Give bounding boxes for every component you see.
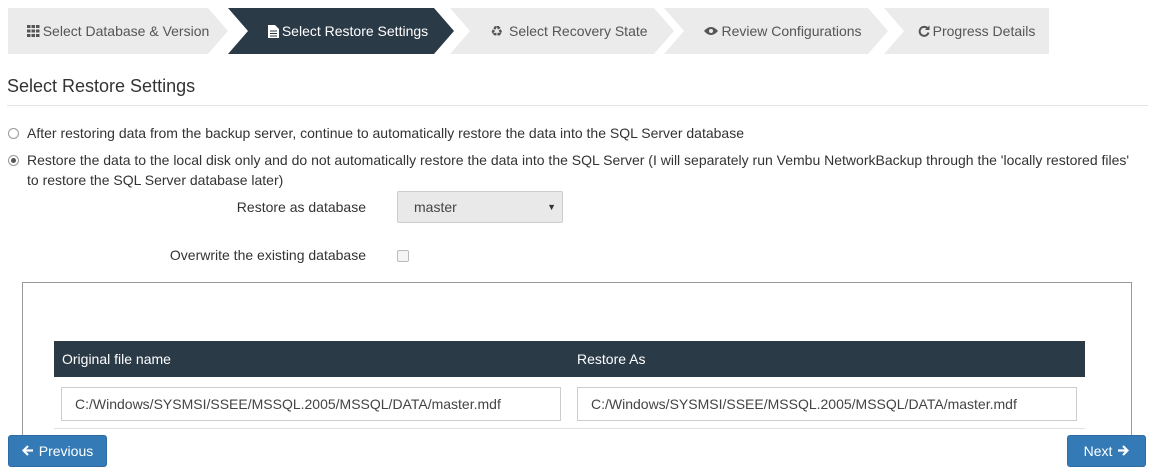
option-local-only[interactable]: Restore the data to the local disk only … (8, 150, 1141, 190)
divider (7, 105, 1148, 106)
restore-as-database-select[interactable]: master ▼ (397, 191, 563, 223)
refresh-icon (918, 25, 930, 37)
grid-icon (26, 25, 40, 37)
eye-icon (704, 26, 719, 36)
overwrite-database-checkbox[interactable] (397, 250, 409, 262)
original-file-name-field: C:/Windows/SYSMSI/SSEE/MSSQL.2005/MSSQL/… (61, 387, 561, 421)
step-review-configurations[interactable]: Review Configurations (664, 8, 888, 54)
option-label: Restore the data to the local disk only … (27, 152, 1130, 188)
step-label: Progress Details (932, 23, 1036, 39)
column-original-file-name: Original file name (62, 351, 171, 367)
previous-label: Previous (38, 443, 94, 459)
step-label: Review Configurations (721, 23, 862, 39)
auto-restore-radio[interactable] (8, 128, 19, 139)
overwrite-database-label: Overwrite the existing database (169, 247, 366, 263)
arrow-left-icon (21, 443, 34, 459)
next-button[interactable]: Next (1067, 435, 1146, 467)
recycle-icon: ♻ (490, 22, 504, 39)
restore-as-database-label: Restore as database (236, 199, 366, 215)
step-label: Select Restore Settings (281, 23, 429, 39)
option-label: After restoring data from the backup ser… (27, 125, 744, 141)
column-restore-as: Restore As (577, 351, 646, 367)
local-only-radio[interactable] (8, 155, 19, 166)
step-progress-details[interactable]: Progress Details (884, 8, 1049, 54)
arrow-right-icon (1117, 443, 1130, 459)
select-value: master (414, 199, 457, 215)
option-auto-restore[interactable]: After restoring data from the backup ser… (8, 123, 744, 143)
page-title: Select Restore Settings (7, 76, 196, 96)
step-label: Select Database & Version (42, 23, 210, 39)
next-label: Next (1083, 443, 1113, 459)
step-label: Select Recovery State (509, 23, 648, 39)
previous-button[interactable]: Previous (8, 435, 107, 467)
step-select-recovery-state[interactable]: ♻ Select Recovery State (450, 8, 674, 54)
caret-down-icon: ▼ (547, 202, 556, 212)
wizard-steps: Select Database & Version Select Restore… (8, 8, 1049, 54)
restore-as-input[interactable]: C:/Windows/SYSMSI/SSEE/MSSQL.2005/MSSQL/… (577, 387, 1077, 421)
table-row-divider (54, 428, 1085, 429)
step-select-database[interactable]: Select Database & Version (8, 8, 228, 54)
table-header: Original file name Restore As (54, 341, 1085, 377)
step-select-restore-settings[interactable]: Select Restore Settings (228, 8, 454, 54)
file-icon (267, 24, 279, 38)
